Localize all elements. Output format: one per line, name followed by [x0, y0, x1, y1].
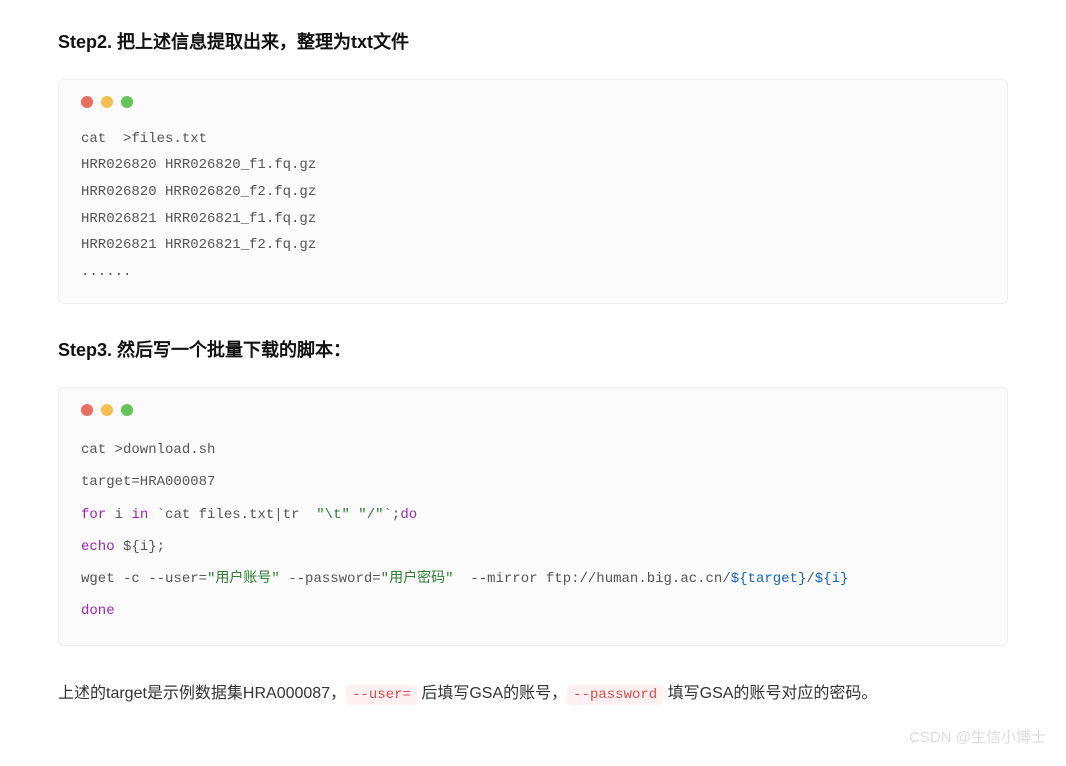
explanation-paragraph: 上述的target是示例数据集HRA000087，--user= 后填写GSA的…	[58, 678, 1008, 710]
dot-red	[81, 96, 93, 108]
dot-green	[121, 96, 133, 108]
watermark: CSDN @生信小博士	[909, 726, 1046, 750]
code-block-download: cat >download.sh target=HRA000087 for i …	[58, 387, 1008, 646]
code-line-2: target=HRA000087	[81, 466, 985, 498]
code-line-5: wget -c --user="用户账号" --password="用户密码" …	[81, 563, 985, 595]
dot-green	[121, 404, 133, 416]
code-line-3: for i in `cat files.txt|tr "\t" "/"`;do	[81, 499, 985, 531]
code-line-6: done	[81, 595, 985, 627]
dot-yellow	[101, 404, 113, 416]
code-line-1: cat >download.sh	[81, 434, 985, 466]
dot-yellow	[101, 96, 113, 108]
code-line-4: echo ${i};	[81, 531, 985, 563]
step2-heading: Step2. 把上述信息提取出来，整理为txt文件	[58, 28, 1008, 57]
inline-code-password: --password	[567, 685, 663, 705]
window-dots	[81, 404, 985, 416]
code-files-content: cat >files.txt HRR026820 HRR026820_f1.fq…	[81, 126, 985, 286]
inline-code-user: --user=	[346, 685, 417, 705]
code-block-files: cat >files.txt HRR026820 HRR026820_f1.fq…	[58, 79, 1008, 305]
window-dots	[81, 96, 985, 108]
step3-heading: Step3. 然后写一个批量下载的脚本：	[58, 336, 1008, 365]
dot-red	[81, 404, 93, 416]
